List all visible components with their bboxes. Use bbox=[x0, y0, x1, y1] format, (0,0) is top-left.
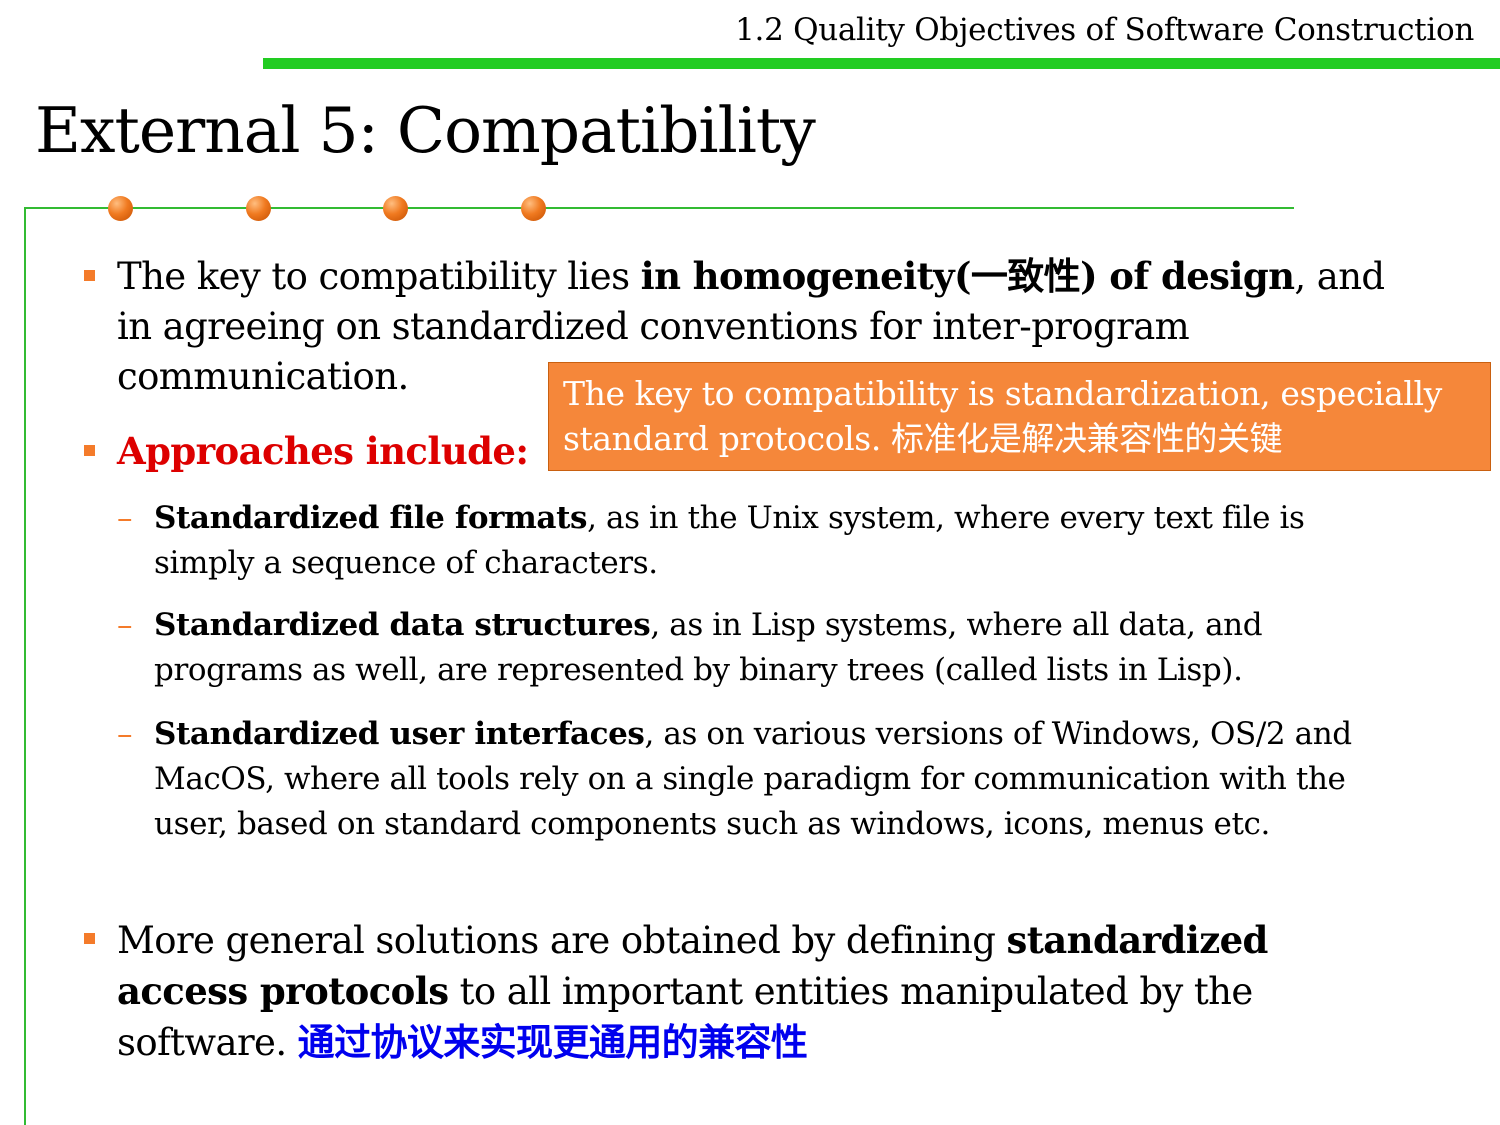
approaches-heading: Approaches include: bbox=[117, 429, 529, 473]
bullet-access-protocols: More general solutions are obtained by d… bbox=[117, 915, 1407, 1068]
sub-item-data-structures: Standardized data structures, as in Lisp… bbox=[154, 603, 1384, 693]
bullet-square-icon bbox=[84, 933, 95, 944]
bullet-square-icon bbox=[84, 445, 95, 456]
dash-bullet-icon: – bbox=[117, 716, 133, 752]
bullet-text: More general solutions are obtained by d… bbox=[117, 919, 1007, 962]
bullet-bold-text: in homogeneity(一致性) of design bbox=[640, 254, 1295, 298]
dash-bullet-icon: – bbox=[117, 607, 133, 643]
frame-top-line bbox=[24, 207, 1294, 209]
sub-item-bold: Standardized data structures bbox=[154, 607, 651, 643]
bullet-text: The key to compatibility lies bbox=[117, 255, 641, 298]
header-accent-bar bbox=[263, 58, 1500, 69]
slide-title: External 5: Compatibility bbox=[35, 94, 816, 167]
decorative-dot-icon bbox=[383, 196, 408, 221]
bullet-square-icon bbox=[84, 270, 95, 281]
dash-bullet-icon: – bbox=[117, 500, 133, 536]
sub-item-file-formats: Standardized file formats, as in the Uni… bbox=[154, 496, 1384, 586]
sub-item-bold: Standardized user interfaces bbox=[154, 716, 645, 752]
callout-text: The key to compatibility is standardizat… bbox=[563, 374, 1442, 458]
decorative-dot-icon bbox=[246, 196, 271, 221]
frame-left-line bbox=[24, 207, 26, 1125]
decorative-dot-icon bbox=[521, 196, 546, 221]
decorative-dot-icon bbox=[108, 196, 133, 221]
sub-item-bold: Standardized file formats bbox=[154, 500, 588, 536]
callout-box: The key to compatibility is standardizat… bbox=[548, 362, 1491, 471]
chinese-note: 通过协议来实现更通用的兼容性 bbox=[297, 1020, 808, 1064]
sub-item-user-interfaces: Standardized user interfaces, as on vari… bbox=[154, 712, 1384, 847]
section-header-title: 1.2 Quality Objectives of Software Const… bbox=[735, 12, 1474, 48]
